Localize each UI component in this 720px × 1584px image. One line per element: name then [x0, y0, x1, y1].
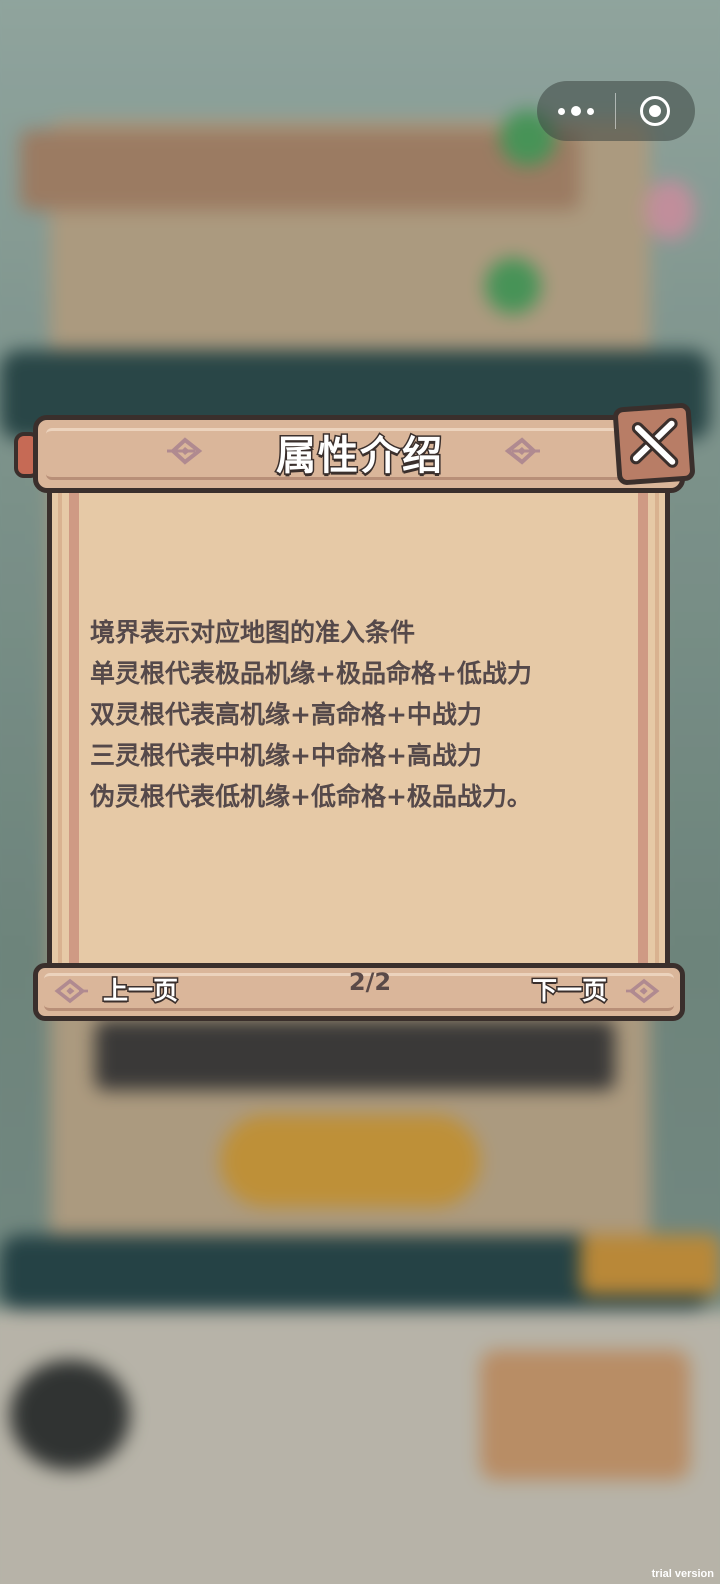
attribute-intro-dialog: 属性介绍 境界表示对应地图的准入条件 单灵根代表极品机缘+极品命格+低战力 双灵…: [0, 0, 720, 1584]
watermark: trial version: [651, 1568, 714, 1580]
content-line: 伪灵根代表低机缘+低命格+极品战力。: [90, 782, 532, 811]
dialog-content: 境界表示对应地图的准入条件 单灵根代表极品机缘+极品命格+低战力 双灵根代表高机…: [90, 612, 630, 817]
content-line: 单灵根代表极品机缘+极品命格+低战力: [90, 659, 532, 688]
prev-page-button[interactable]: 上一页: [101, 971, 179, 1007]
swirl-ornament-icon: [167, 437, 203, 465]
swirl-ornament-icon: [54, 978, 88, 1004]
next-page-button[interactable]: 下一页: [530, 971, 608, 1007]
close-button[interactable]: [612, 402, 696, 486]
content-line: 三灵根代表中机缘+中命格+高战力: [90, 741, 482, 770]
swirl-ornament-icon: [626, 978, 660, 1004]
close-x-icon: [629, 417, 679, 468]
content-line: 双灵根代表高机缘+高命格+中战力: [90, 700, 482, 729]
dialog-title: 属性介绍: [275, 432, 444, 481]
content-line: 境界表示对应地图的准入条件: [90, 618, 416, 647]
page-indicator: 2/2: [348, 968, 392, 996]
